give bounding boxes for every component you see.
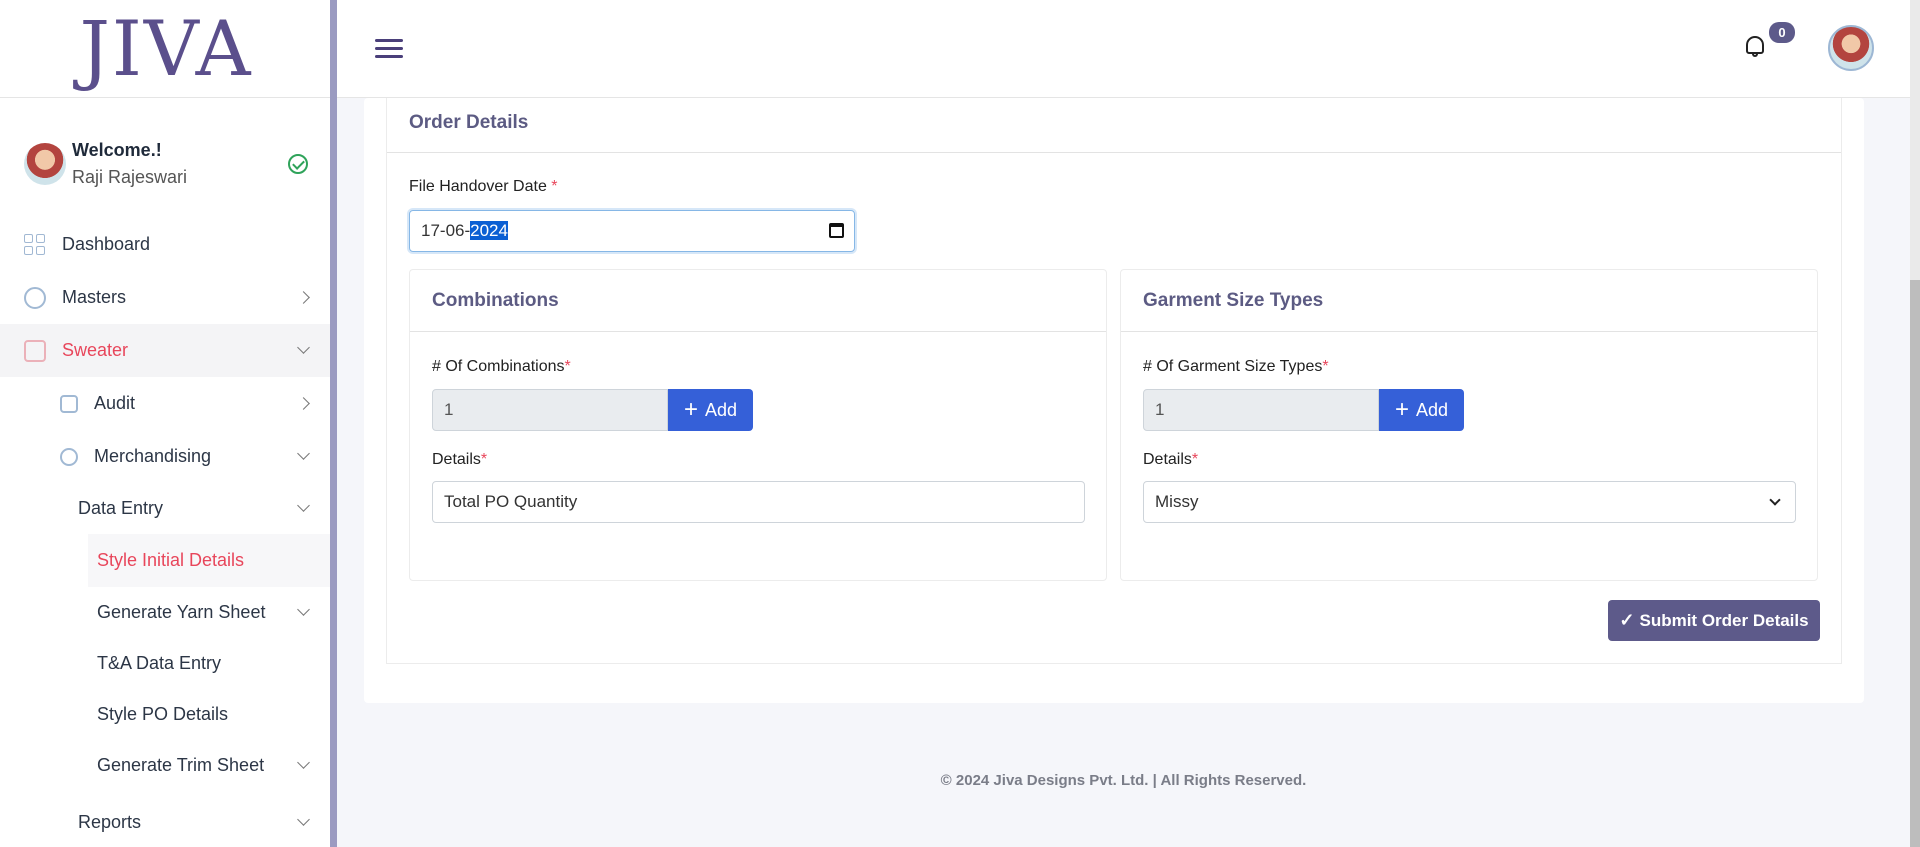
sidebar-item-audit[interactable]: Audit	[0, 377, 330, 430]
sidebar-item-ta-data-entry[interactable]: T&A Data Entry	[0, 638, 330, 689]
chevron-down-icon	[297, 341, 310, 354]
sidebar-avatar	[24, 143, 66, 185]
sidebar-item-dashboard[interactable]: Dashboard	[0, 218, 330, 271]
merchandising-icon	[60, 447, 78, 466]
garment-size-details-select[interactable]: Missy	[1143, 481, 1796, 523]
sidebar-item-masters[interactable]: Masters	[0, 271, 330, 324]
garment-size-types-card: Garment Size Types # Of Garment Size Typ…	[1120, 269, 1818, 581]
add-combination-button[interactable]: + Add	[668, 389, 753, 431]
masters-icon	[24, 286, 46, 309]
combinations-card: Combinations # Of Combinations* 1 + Add D…	[409, 269, 1107, 581]
sidebar-nav: Dashboard Masters Sweater Audit Merchand…	[0, 218, 330, 847]
sweater-icon	[24, 339, 46, 362]
chevron-down-icon	[297, 603, 310, 616]
sidebar-item-generate-yarn-sheet[interactable]: Generate Yarn Sheet	[0, 587, 330, 638]
user-welcome: Welcome.! Raji Rajeswari	[24, 140, 308, 188]
chevron-right-icon	[297, 291, 310, 304]
chevron-right-icon	[297, 397, 310, 410]
sidebar-item-merchandising[interactable]: Merchandising	[0, 430, 330, 483]
menu-toggle-icon[interactable]	[375, 39, 403, 63]
check-icon: ✓	[1619, 610, 1635, 630]
sidebar-item-sweater[interactable]: Sweater	[0, 324, 330, 377]
sidebar-scrollbar[interactable]	[330, 0, 337, 847]
file-handover-date-label: File Handover Date *	[409, 178, 558, 195]
dashboard-icon	[24, 233, 46, 256]
sidebar-item-style-po-details[interactable]: Style PO Details	[0, 689, 330, 740]
footer-copyright: © 2024 Jiva Designs Pvt. Ltd. | All Righ…	[940, 772, 1307, 789]
logo-area: JIVA	[0, 0, 332, 98]
audit-icon	[60, 394, 78, 413]
garment-size-details-label: Details*	[1143, 451, 1199, 468]
welcome-title: Welcome.!	[72, 140, 162, 160]
chevron-down-icon	[297, 499, 310, 512]
top-bar: 0	[337, 0, 1920, 98]
garment-size-count-input[interactable]: 1	[1143, 389, 1379, 431]
page-scrollbar[interactable]	[1910, 0, 1920, 847]
sidebar-item-data-entry[interactable]: Data Entry	[0, 483, 330, 534]
submit-order-details-button[interactable]: ✓ Submit Order Details	[1608, 600, 1820, 641]
chevron-down-icon	[297, 813, 310, 826]
chevron-down-icon	[1769, 494, 1781, 506]
garment-size-count-label: # Of Garment Size Types*	[1143, 358, 1329, 375]
chevron-down-icon	[297, 756, 310, 769]
combinations-details-label: Details*	[432, 451, 488, 468]
combinations-count-input[interactable]: 1	[432, 389, 668, 431]
combinations-count-label: # Of Combinations*	[432, 358, 571, 375]
sidebar-item-style-initial-details[interactable]: Style Initial Details	[88, 534, 330, 587]
garment-size-types-title: Garment Size Types	[1121, 270, 1817, 332]
chevron-down-icon	[297, 447, 310, 460]
user-avatar-menu[interactable]	[1828, 25, 1874, 71]
brand-logo[interactable]: JIVA	[79, 10, 252, 87]
sidebar: JIVA Welcome.! Raji Rajeswari Dashboard …	[0, 0, 332, 847]
notification-count-badge: 0	[1769, 22, 1795, 43]
sidebar-item-generate-trim-sheet[interactable]: Generate Trim Sheet	[0, 740, 330, 791]
order-details-card: Order Details File Handover Date * 17-06…	[386, 98, 1842, 664]
add-garment-size-button[interactable]: + Add	[1379, 389, 1464, 431]
file-handover-date-input[interactable]: 17-06-2024	[409, 210, 855, 252]
order-details-title: Order Details	[387, 98, 1841, 153]
combinations-title: Combinations	[410, 270, 1106, 332]
online-check-icon	[288, 154, 308, 174]
plus-icon: +	[1394, 396, 1409, 423]
calendar-icon[interactable]	[829, 223, 844, 238]
sidebar-item-reports[interactable]: Reports	[0, 797, 330, 847]
plus-icon: +	[683, 396, 698, 423]
combinations-details-input[interactable]: Total PO Quantity	[432, 481, 1085, 523]
user-name: Raji Rajeswari	[72, 167, 188, 187]
notification-bell-icon[interactable]	[1745, 36, 1765, 58]
